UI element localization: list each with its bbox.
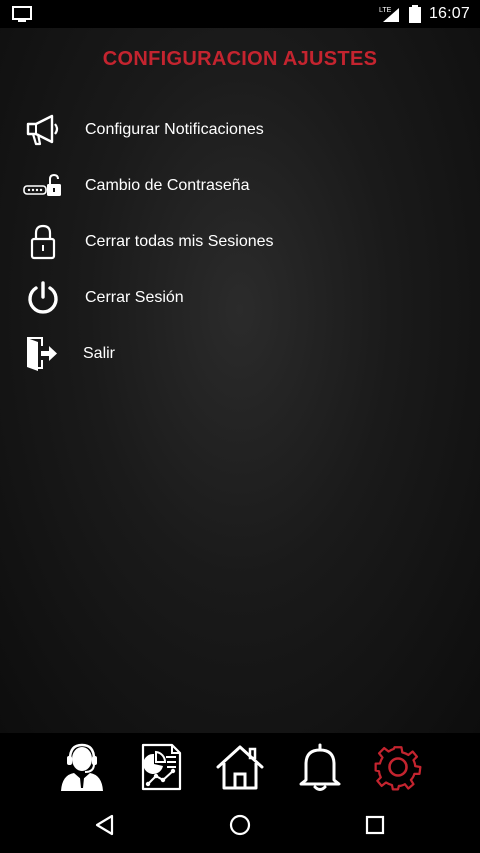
menu-item-exit[interactable]: Salir <box>0 326 480 382</box>
menu-item-logout[interactable]: Cerrar Sesión <box>0 270 480 326</box>
lock-icon <box>22 222 64 262</box>
report-chart-icon[interactable] <box>135 741 187 793</box>
network-type: LTE <box>379 7 392 14</box>
status-bar: LTE 16:07 <box>0 0 480 28</box>
menu-item-label: Cambio de Contraseña <box>85 177 250 194</box>
exit-door-icon <box>20 334 62 374</box>
power-icon <box>22 278 64 318</box>
password-unlock-icon <box>22 166 64 206</box>
page-title: CONFIGURACION AJUSTES <box>102 48 378 70</box>
system-navigation-bar <box>0 797 480 853</box>
home-icon[interactable] <box>214 741 266 793</box>
status-indicators: LTE 16:07 <box>379 0 470 28</box>
gear-icon[interactable] <box>372 741 424 793</box>
bell-icon[interactable] <box>294 741 346 793</box>
menu-item-change-password[interactable]: Cambio de Contraseña <box>0 158 480 214</box>
clock: 16:07 <box>428 5 470 22</box>
menu-item-label: Cerrar todas mis Sesiones <box>85 233 274 250</box>
bottom-navigation <box>0 733 480 797</box>
lte-signal-icon: LTE <box>379 7 399 22</box>
back-icon[interactable] <box>91 811 119 839</box>
battery-icon <box>408 5 421 23</box>
menu-item-label: Cerrar Sesión <box>85 289 184 306</box>
menu-item-close-all-sessions[interactable]: Cerrar todas mis Sesiones <box>0 214 480 270</box>
menu-item-label: Configurar Notificaciones <box>85 121 264 138</box>
support-agent-icon[interactable] <box>56 741 108 793</box>
tv-icon <box>12 6 32 22</box>
menu-item-label: Salir <box>83 345 116 362</box>
home-button-icon[interactable] <box>226 811 254 839</box>
megaphone-icon <box>22 110 64 150</box>
menu-item-notifications[interactable]: Configurar Notificaciones <box>0 102 480 158</box>
recents-icon[interactable] <box>361 811 389 839</box>
settings-screen: CONFIGURACION AJUSTES Configurar Notific… <box>0 28 480 733</box>
